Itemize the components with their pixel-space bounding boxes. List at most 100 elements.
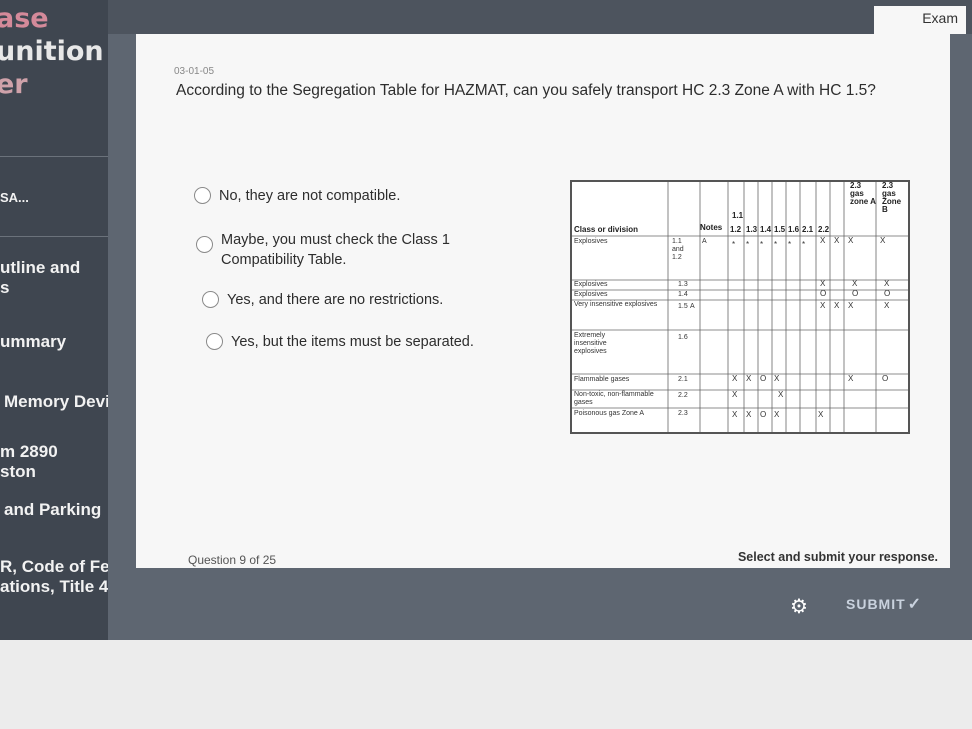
answer-label: No, they are not compatible. <box>219 188 401 204</box>
table-row-note: A <box>690 303 695 310</box>
segregation-mark: X <box>880 236 886 245</box>
table-col-header: 2.3 gas Zone B <box>882 181 902 214</box>
segregation-mark: X <box>848 374 854 383</box>
answer-label-line: Compatibility Table. <box>221 252 347 268</box>
segregation-mark: * <box>732 240 736 249</box>
table-row-division: 1.1 and 1.2 <box>672 238 684 261</box>
segregation-mark: X <box>834 236 840 245</box>
segregation-mark: * <box>788 240 792 249</box>
question-text: According to the Segregation Table for H… <box>176 82 876 99</box>
table-row-division: 1.6 <box>678 334 688 341</box>
question-card: 03-01-05 According to the Segregation Ta… <box>136 34 950 568</box>
check-icon: ✓ <box>907 596 923 613</box>
sidebar-item-parking[interactable]: and Parking <box>4 500 101 520</box>
table-row-name: Non-toxic, non-flammable gases <box>574 391 654 406</box>
answer-label: Yes, but the items must be separated. <box>231 334 474 350</box>
sidebar-item-label: utline and <box>0 258 81 277</box>
table-header-notes: Notes <box>700 223 723 232</box>
table-row-name: Very insensitive explosives <box>574 301 658 308</box>
sidebar-item-summary[interactable]: ummary <box>0 332 66 352</box>
segregation-mark: * <box>760 240 764 249</box>
segregation-mark: * <box>746 240 750 249</box>
table-col-header: 2.3 gas zone A <box>850 181 876 206</box>
segregation-mark: X <box>848 236 854 245</box>
instruction-text: Select and submit your response. <box>737 550 938 564</box>
segregation-mark: X <box>774 410 780 419</box>
segregation-mark: X <box>852 279 858 288</box>
brand-title: ase unition er <box>0 2 104 101</box>
table-col-header: 1.1 <box>732 211 744 220</box>
top-bar: Exam <box>108 0 972 34</box>
answer-label-line: Maybe, you must check the Class 1 <box>221 232 450 248</box>
table-row-division: 1.3 <box>678 281 688 288</box>
sidebar-item-label: s <box>0 278 10 297</box>
segregation-mark: X <box>884 301 890 310</box>
answer-option-1[interactable]: No, they are not compatible. <box>194 186 400 206</box>
exam-tab[interactable]: Exam <box>874 6 966 34</box>
table-header-class: Class or division <box>574 225 639 234</box>
submit-button[interactable]: SUBMIT ✓ <box>846 594 922 614</box>
segregation-mark: X <box>746 410 752 419</box>
table-row-name: Extremely insensitive explosives <box>574 332 607 355</box>
sidebar-divider <box>0 156 125 157</box>
answer-option-2[interactable]: Maybe, you must check the Class 1 Compat… <box>196 230 450 270</box>
brand-line-3: er <box>0 69 28 100</box>
segregation-mark: X <box>778 390 784 399</box>
table-row-division: 1.5 <box>678 303 688 310</box>
sidebar-item-label: m 2890 <box>0 442 58 461</box>
segregation-mark: O <box>760 374 767 383</box>
table-col-header: 1.6 <box>788 225 800 234</box>
segregation-mark: X <box>818 410 824 419</box>
radio-button[interactable] <box>194 187 211 204</box>
sidebar-divider <box>0 236 125 237</box>
table-col-header: 1.3 <box>746 225 758 234</box>
brand-line-2: unition <box>0 36 104 67</box>
segregation-mark: X <box>820 301 826 310</box>
sidebar-item-section[interactable]: SA... <box>0 188 29 208</box>
sidebar-item-form[interactable]: m 2890 ston <box>0 442 58 482</box>
segregation-mark: O <box>882 374 889 383</box>
table-row-name: Poisonous gas Zone A <box>574 410 645 417</box>
segregation-mark: * <box>802 240 806 249</box>
radio-button[interactable] <box>202 291 219 308</box>
table-row-division: 1.4 <box>678 291 688 298</box>
segregation-mark: X <box>732 374 738 383</box>
table-col-header: 2.2 <box>818 225 830 234</box>
table-col-header: 1.2 <box>730 225 742 234</box>
segregation-mark: X <box>774 374 780 383</box>
table-row-division: 2.2 <box>678 392 688 399</box>
radio-button[interactable] <box>206 333 223 350</box>
answer-option-3[interactable]: Yes, and there are no restrictions. <box>202 290 443 310</box>
segregation-mark: * <box>774 240 778 249</box>
answer-option-4[interactable]: Yes, but the items must be separated. <box>206 332 474 352</box>
table-row-name: Explosives <box>574 238 608 245</box>
segregation-mark: X <box>746 374 752 383</box>
table-col-header: 1.5 <box>774 225 786 234</box>
segregation-mark: X <box>834 301 840 310</box>
sidebar-item-label: ston <box>0 462 36 481</box>
segregation-mark: X <box>820 279 826 288</box>
segregation-mark: X <box>848 301 854 310</box>
submit-label: SUBMIT <box>846 596 906 612</box>
radio-button[interactable] <box>196 236 213 253</box>
segregation-mark: X <box>820 236 826 245</box>
segregation-mark: X <box>732 410 738 419</box>
table-row-note: A <box>702 238 707 245</box>
question-progress: Question 9 of 25 <box>188 553 277 567</box>
segregation-mark: O <box>820 289 827 298</box>
answer-label: Yes, and there are no restrictions. <box>227 292 444 308</box>
segregation-mark: X <box>732 390 738 399</box>
sidebar-item-outline[interactable]: utline and s <box>0 258 80 298</box>
table-col-header: 2.1 <box>802 225 814 234</box>
segregation-mark: O <box>760 410 767 419</box>
segregation-mark: X <box>884 279 890 288</box>
table-col-header: 1.4 <box>760 225 772 234</box>
table-row-name: Flammable gases <box>574 376 630 383</box>
segregation-mark: O <box>852 289 859 298</box>
gear-icon[interactable]: ⚙ <box>790 594 808 619</box>
brand-line-1: ase <box>0 3 49 34</box>
table-row-name: Explosives <box>574 281 608 288</box>
table-row-division: 2.1 <box>678 376 688 383</box>
question-id: 03-01-05 <box>174 66 215 77</box>
segregation-table: Class or division Notes 1.1 1.2 1.3 1.4 … <box>570 180 910 434</box>
